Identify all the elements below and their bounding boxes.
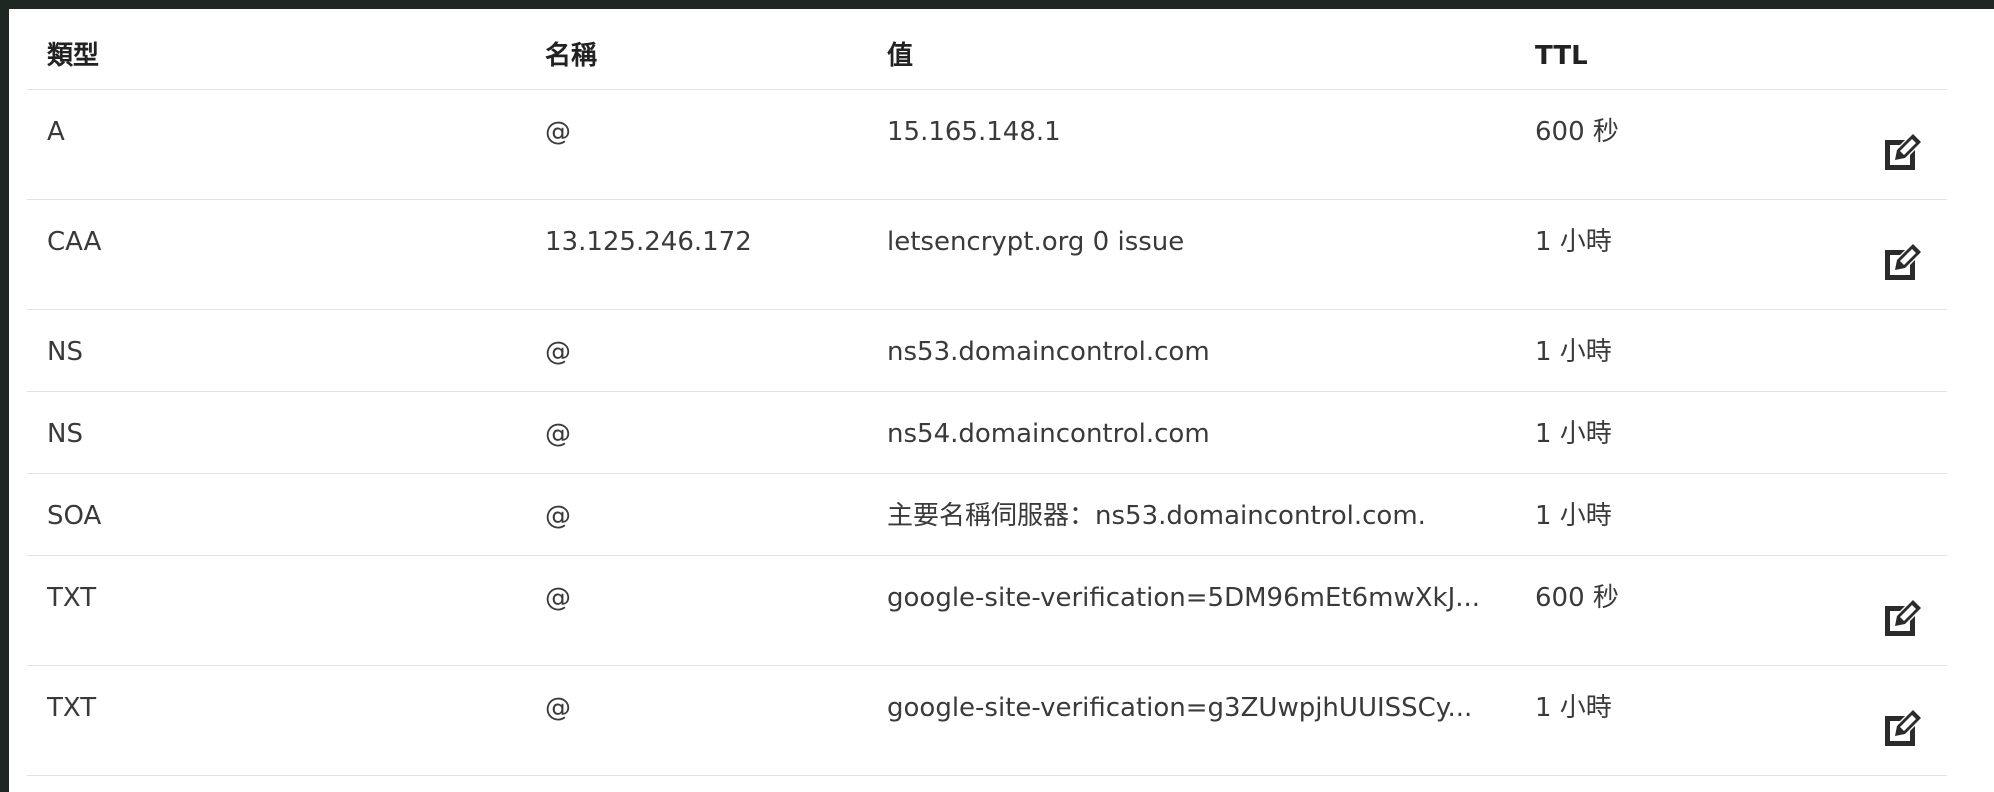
header-type: 類型: [47, 41, 100, 71]
record-value: 15.165.148.1: [887, 117, 1061, 147]
record-name: @: [545, 583, 571, 613]
record-value: google-site-verification=g3ZUwpjhUUISSCy…: [887, 693, 1473, 723]
table-row: NS @ ns53.domaincontrol.com 1 小時: [27, 310, 1947, 392]
record-ttl: 1 小時: [1535, 419, 1612, 449]
record-value: ns54.domaincontrol.com: [887, 419, 1210, 449]
header-name: 名稱: [545, 41, 598, 71]
record-type: TXT: [47, 693, 97, 723]
dns-records-table: 類型 名稱 值 TTL A @ 15.165.148.1 600 秒 CAA 1…: [27, 9, 1947, 776]
record-type: NS: [47, 337, 83, 367]
table-row: TXT @ google-site-verification=g3ZUwpjhU…: [27, 666, 1947, 776]
record-type: NS: [47, 419, 83, 449]
table-header: 類型 名稱 值 TTL: [27, 9, 1947, 90]
record-type: TXT: [47, 583, 97, 613]
record-ttl: 600 秒: [1535, 117, 1619, 147]
edit-icon[interactable]: [1879, 240, 1925, 286]
record-type: CAA: [47, 227, 102, 257]
record-value: google-site-verification=5DM96mEt6mwXkJ.…: [887, 583, 1481, 613]
dns-records-panel: 類型 名稱 值 TTL A @ 15.165.148.1 600 秒 CAA 1…: [9, 9, 1994, 792]
record-name: @: [545, 117, 571, 147]
header-ttl: TTL: [1535, 41, 1588, 71]
record-ttl: 600 秒: [1535, 583, 1619, 613]
record-name: 13.125.246.172: [545, 227, 752, 257]
table-row: TXT @ google-site-verification=5DM96mEt6…: [27, 556, 1947, 666]
record-ttl: 1 小時: [1535, 337, 1612, 367]
table-row: SOA @ 主要名稱伺服器：ns53.domaincontrol.com. 1 …: [27, 474, 1947, 556]
table-row: CAA 13.125.246.172 letsencrypt.org 0 iss…: [27, 200, 1947, 310]
record-ttl: 1 小時: [1535, 501, 1612, 531]
edit-icon[interactable]: [1879, 130, 1925, 176]
record-name: @: [545, 419, 571, 449]
record-name: @: [545, 337, 571, 367]
record-name: @: [545, 693, 571, 723]
record-value: 主要名稱伺服器：ns53.domaincontrol.com.: [887, 501, 1426, 531]
record-value: letsencrypt.org 0 issue: [887, 227, 1185, 257]
table-row: A @ 15.165.148.1 600 秒: [27, 90, 1947, 200]
record-ttl: 1 小時: [1535, 227, 1612, 257]
table-row: NS @ ns54.domaincontrol.com 1 小時: [27, 392, 1947, 474]
record-name: @: [545, 501, 571, 531]
record-type: SOA: [47, 501, 102, 531]
header-value: 值: [887, 41, 914, 71]
record-type: A: [47, 117, 65, 147]
record-ttl: 1 小時: [1535, 693, 1612, 723]
record-value: ns53.domaincontrol.com: [887, 337, 1210, 367]
edit-icon[interactable]: [1879, 706, 1925, 752]
edit-icon[interactable]: [1879, 596, 1925, 642]
